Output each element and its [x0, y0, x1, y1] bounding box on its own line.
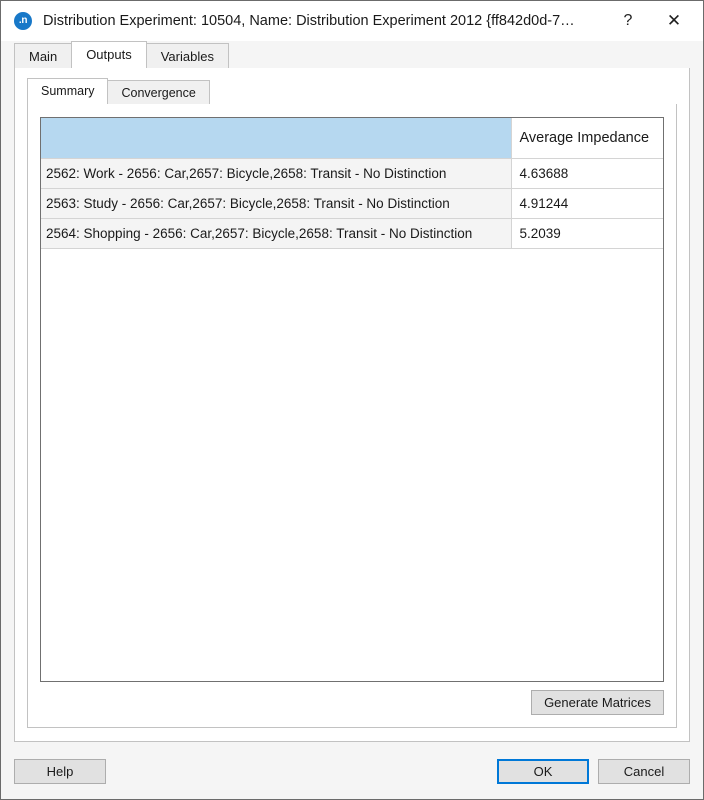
- close-icon[interactable]: ✕: [651, 1, 697, 41]
- cell-row-name: 2563: Study - 2656: Car,2657: Bicycle,26…: [41, 188, 512, 219]
- cell-average-impedance: 4.63688: [511, 158, 663, 189]
- dialog-button-bar: Help OK Cancel: [1, 743, 703, 799]
- table-header-row: Average Impedance: [41, 118, 663, 159]
- summary-table-container[interactable]: Average Impedance 2562: Work - 2656: Car…: [40, 117, 664, 682]
- cell-average-impedance: 5.2039: [511, 218, 663, 249]
- tab-outputs[interactable]: Outputs: [71, 41, 147, 68]
- table-row[interactable]: 2564: Shopping - 2656: Car,2657: Bicycle…: [41, 218, 663, 249]
- app-icon: .n: [14, 12, 32, 30]
- outer-tab-strip: Main Outputs Variables: [1, 41, 703, 68]
- outputs-tab-panel: Summary Convergence Average Impedance 25…: [14, 67, 690, 742]
- tab-variables[interactable]: Variables: [145, 43, 229, 68]
- tab-main[interactable]: Main: [14, 43, 73, 68]
- cancel-button[interactable]: Cancel: [598, 758, 690, 784]
- column-header-name[interactable]: [41, 118, 512, 159]
- table-row[interactable]: 2562: Work - 2656: Car,2657: Bicycle,265…: [41, 158, 663, 189]
- cell-row-name: 2564: Shopping - 2656: Car,2657: Bicycle…: [41, 218, 512, 249]
- table-empty-area: [41, 248, 663, 681]
- help-button[interactable]: Help: [14, 758, 106, 784]
- column-header-average-impedance[interactable]: Average Impedance: [511, 118, 663, 159]
- title-bar: .n Distribution Experiment: 10504, Name:…: [1, 1, 703, 41]
- generate-matrices-button[interactable]: Generate Matrices: [531, 690, 664, 715]
- help-icon[interactable]: ?: [605, 1, 651, 41]
- table-row[interactable]: 2563: Study - 2656: Car,2657: Bicycle,26…: [41, 188, 663, 219]
- cell-average-impedance: 4.91244: [511, 188, 663, 219]
- cell-row-name: 2562: Work - 2656: Car,2657: Bicycle,265…: [41, 158, 512, 189]
- window-title: Distribution Experiment: 10504, Name: Di…: [43, 13, 575, 29]
- tab-summary[interactable]: Summary: [27, 78, 109, 104]
- table-body: 2562: Work - 2656: Car,2657: Bicycle,265…: [41, 158, 663, 249]
- dialog-window: .n Distribution Experiment: 10504, Name:…: [0, 0, 704, 800]
- generate-matrices-row: Generate Matrices: [28, 682, 676, 727]
- ok-button[interactable]: OK: [497, 758, 589, 784]
- table-header: Average Impedance: [41, 118, 663, 159]
- summary-table: Average Impedance 2562: Work - 2656: Car…: [41, 118, 663, 249]
- tab-convergence[interactable]: Convergence: [107, 80, 210, 104]
- inner-tab-strip: Summary Convergence: [15, 68, 689, 104]
- summary-tab-panel: Average Impedance 2562: Work - 2656: Car…: [27, 103, 677, 728]
